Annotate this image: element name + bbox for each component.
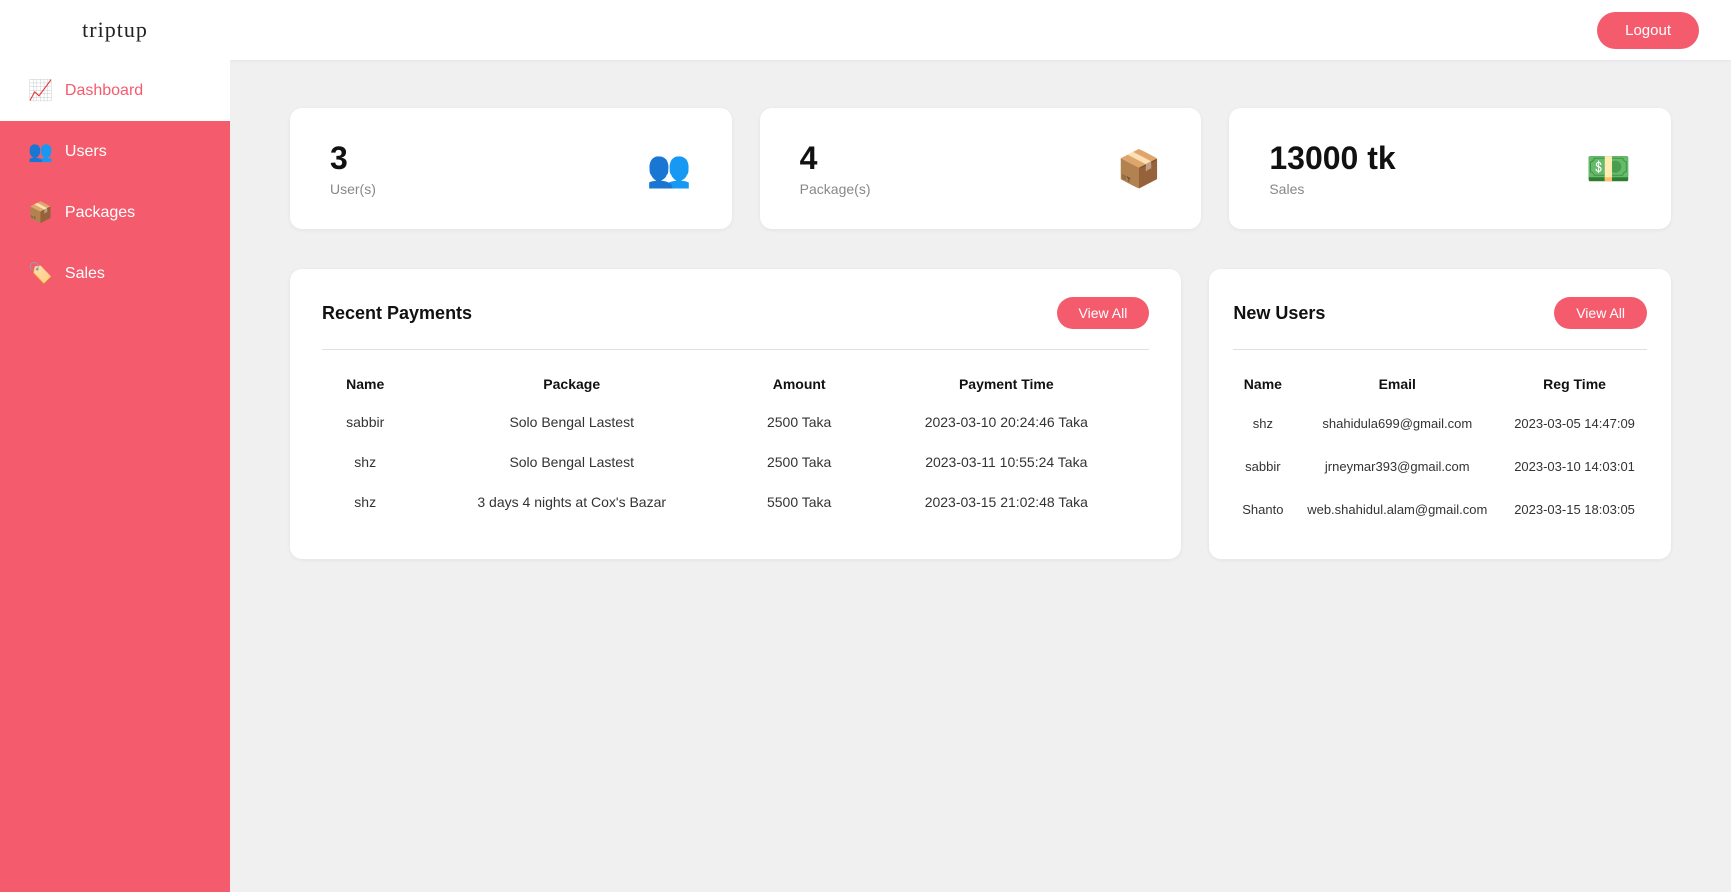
stat-info-packages: 4 Package(s) (800, 140, 871, 197)
app-logo: triptup (82, 17, 148, 43)
payments-table: Name Package Amount Payment Time sabbir … (322, 366, 1149, 522)
table-row: sabbir Solo Bengal Lastest 2500 Taka 202… (322, 402, 1149, 442)
col-name: Name (322, 366, 408, 402)
col-reg-time: Reg Time (1502, 366, 1647, 402)
sidebar-logo-area: triptup (0, 0, 230, 60)
sidebar-item-dashboard-label: Dashboard (65, 82, 143, 100)
col-package: Package (408, 366, 735, 402)
payments-view-all-button[interactable]: View All (1057, 297, 1150, 329)
user-name: sabbir (1233, 445, 1292, 488)
payment-time: 2023-03-11 10:55:24 Taka (863, 442, 1149, 482)
table-row: sabbir jrneymar393@gmail.com 2023-03-10 … (1233, 445, 1647, 488)
sidebar: triptup 📈 Dashboard 👥 Users 📦 Packages 🏷… (0, 0, 230, 892)
stat-label-sales: Sales (1269, 181, 1395, 197)
col-amount: Amount (735, 366, 863, 402)
new-users-header-row: Name Email Reg Time (1233, 366, 1647, 402)
stat-card-users: 3 User(s) 👥 (290, 108, 732, 229)
new-users-table-head: Name Email Reg Time (1233, 366, 1647, 402)
user-reg-time: 2023-03-15 18:03:05 (1502, 488, 1647, 531)
bottom-row: Recent Payments View All Name Package Am… (290, 269, 1671, 559)
payments-divider (322, 349, 1149, 350)
payment-package: Solo Bengal Lastest (408, 442, 735, 482)
col-email: Email (1292, 366, 1502, 402)
payment-package: 3 days 4 nights at Cox's Bazar (408, 482, 735, 522)
table-row: shz 3 days 4 nights at Cox's Bazar 5500 … (322, 482, 1149, 522)
sales-icon: 🏷️ (28, 261, 53, 286)
dashboard-icon: 📈 (28, 78, 53, 103)
new-users-table-body: shz shahidula699@gmail.com 2023-03-05 14… (1233, 402, 1647, 531)
new-users-divider (1233, 349, 1647, 350)
payment-time: 2023-03-15 21:02:48 Taka (863, 482, 1149, 522)
payment-amount: 2500 Taka (735, 402, 863, 442)
payment-amount: 2500 Taka (735, 442, 863, 482)
main-area: Logout 3 User(s) 👥 4 Package(s) 📦 (230, 0, 1731, 892)
stat-icon-packages: 📦 (1117, 148, 1162, 190)
payments-table-body: sabbir Solo Bengal Lastest 2500 Taka 202… (322, 402, 1149, 522)
payments-card-title: Recent Payments (322, 303, 472, 324)
sidebar-item-users[interactable]: 👥 Users (0, 121, 230, 182)
payments-table-head: Name Package Amount Payment Time (322, 366, 1149, 402)
stat-number-packages: 4 (800, 140, 871, 177)
payments-card-header: Recent Payments View All (322, 297, 1149, 329)
payment-name: shz (322, 482, 408, 522)
sidebar-item-dashboard[interactable]: 📈 Dashboard (0, 60, 230, 121)
user-name: shz (1233, 402, 1292, 445)
col-user-name: Name (1233, 366, 1292, 402)
user-email: web.shahidul.alam@gmail.com (1292, 488, 1502, 531)
stats-row: 3 User(s) 👥 4 Package(s) 📦 13000 tk Sale… (290, 108, 1671, 229)
logout-button[interactable]: Logout (1597, 12, 1699, 49)
payment-name: shz (322, 442, 408, 482)
stat-card-sales: 13000 tk Sales 💵 (1229, 108, 1671, 229)
stat-info-users: 3 User(s) (330, 140, 376, 197)
users-icon: 👥 (28, 139, 53, 164)
table-row: Shanto web.shahidul.alam@gmail.com 2023-… (1233, 488, 1647, 531)
sidebar-item-packages[interactable]: 📦 Packages (0, 182, 230, 243)
new-users-card-header: New Users View All (1233, 297, 1647, 329)
packages-icon: 📦 (28, 200, 53, 225)
new-users-card-title: New Users (1233, 303, 1325, 324)
new-users-table: Name Email Reg Time shz shahidula699@gma… (1233, 366, 1647, 531)
stat-number-sales: 13000 tk (1269, 140, 1395, 177)
payments-card: Recent Payments View All Name Package Am… (290, 269, 1181, 559)
payment-package: Solo Bengal Lastest (408, 402, 735, 442)
sidebar-item-packages-label: Packages (65, 204, 135, 222)
table-row: shz Solo Bengal Lastest 2500 Taka 2023-0… (322, 442, 1149, 482)
sidebar-item-sales[interactable]: 🏷️ Sales (0, 243, 230, 304)
content: 3 User(s) 👥 4 Package(s) 📦 13000 tk Sale… (230, 60, 1731, 892)
stat-icon-sales: 💵 (1586, 148, 1631, 190)
table-row: shz shahidula699@gmail.com 2023-03-05 14… (1233, 402, 1647, 445)
user-email: jrneymar393@gmail.com (1292, 445, 1502, 488)
new-users-card: New Users View All Name Email Reg Time s… (1209, 269, 1671, 559)
col-payment-time: Payment Time (863, 366, 1149, 402)
payment-time: 2023-03-10 20:24:46 Taka (863, 402, 1149, 442)
stat-number-users: 3 (330, 140, 376, 177)
stat-icon-users: 👥 (647, 148, 692, 190)
user-reg-time: 2023-03-10 14:03:01 (1502, 445, 1647, 488)
sidebar-item-users-label: Users (65, 143, 107, 161)
payment-amount: 5500 Taka (735, 482, 863, 522)
stat-card-packages: 4 Package(s) 📦 (760, 108, 1202, 229)
stat-label-users: User(s) (330, 181, 376, 197)
payments-table-header-row: Name Package Amount Payment Time (322, 366, 1149, 402)
user-reg-time: 2023-03-05 14:47:09 (1502, 402, 1647, 445)
stat-label-packages: Package(s) (800, 181, 871, 197)
stat-info-sales: 13000 tk Sales (1269, 140, 1395, 197)
sidebar-item-sales-label: Sales (65, 265, 105, 283)
new-users-view-all-button[interactable]: View All (1554, 297, 1647, 329)
header: Logout (230, 0, 1731, 60)
payment-name: sabbir (322, 402, 408, 442)
user-email: shahidula699@gmail.com (1292, 402, 1502, 445)
user-name: Shanto (1233, 488, 1292, 531)
